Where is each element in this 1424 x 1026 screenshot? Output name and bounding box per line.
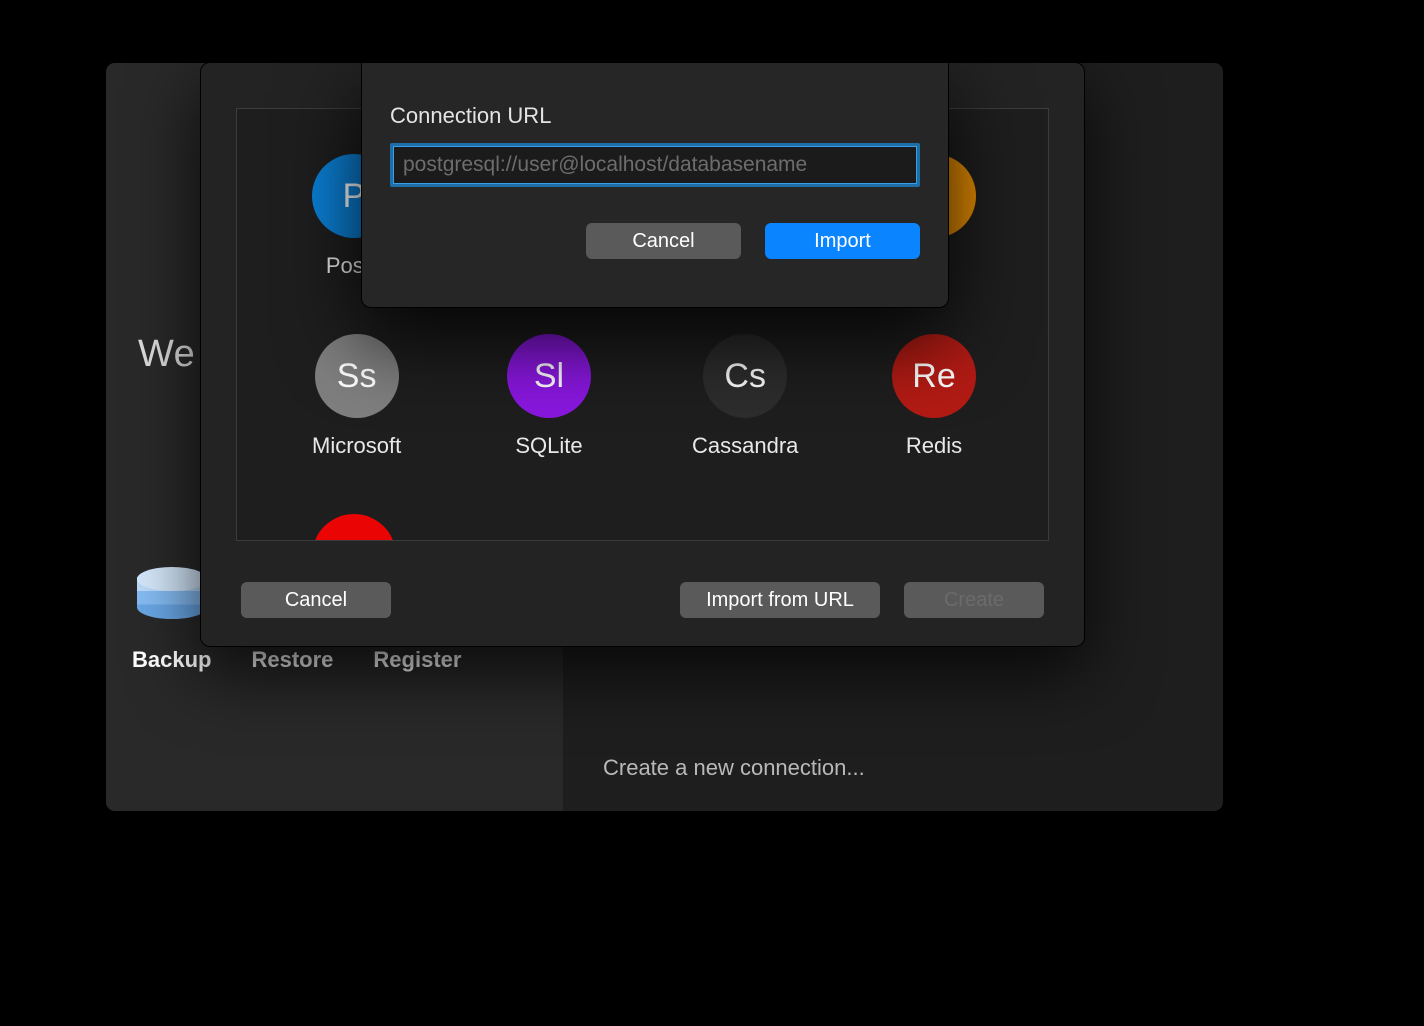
welcome-heading: We <box>138 333 195 376</box>
dialog-button-row: Cancel Import <box>390 223 920 259</box>
db-option-microsoft[interactable]: Ss Microsoft <box>312 334 401 459</box>
backup-label: Backup <box>132 647 211 673</box>
create-button[interactable]: Create <box>904 582 1044 618</box>
microsoft-label: Microsoft <box>312 433 401 459</box>
sqlite-icon: Sl <box>507 334 591 418</box>
create-connection-hint: Create a new connection... <box>603 755 865 781</box>
redis-label: Redis <box>906 433 962 459</box>
restore-label: Restore <box>251 647 333 673</box>
register-label: Register <box>373 647 461 673</box>
db-option-cassandra[interactable]: Cs Cassandra <box>692 334 798 459</box>
sqlite-label: SQLite <box>515 433 582 459</box>
db-option-oracle[interactable] <box>312 514 396 541</box>
panel-button-row: Cancel Import from URL Create <box>201 582 1084 618</box>
dialog-cancel-button[interactable]: Cancel <box>586 223 741 259</box>
import-from-url-button[interactable]: Import from URL <box>680 582 880 618</box>
oracle-icon <box>312 514 396 541</box>
cassandra-icon: Cs <box>703 334 787 418</box>
cassandra-label: Cassandra <box>692 433 798 459</box>
db-option-redis[interactable]: Re Redis <box>892 334 976 459</box>
dialog-title: Connection URL <box>390 103 920 129</box>
connection-url-input[interactable] <box>390 143 920 187</box>
redis-icon: Re <box>892 334 976 418</box>
dialog-import-button[interactable]: Import <box>765 223 920 259</box>
database-icon <box>137 559 207 629</box>
connection-url-dialog: Connection URL Cancel Import <box>361 62 949 308</box>
cancel-button[interactable]: Cancel <box>241 582 391 618</box>
microsoft-icon: Ss <box>315 334 399 418</box>
db-option-sqlite[interactable]: Sl SQLite <box>507 334 591 459</box>
